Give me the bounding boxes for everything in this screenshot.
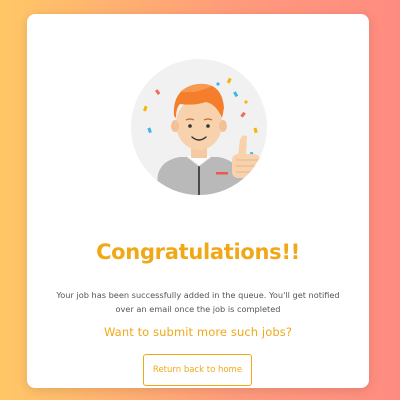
success-card: Congratulations!! Your job has been succ… xyxy=(27,14,369,388)
return-home-button[interactable]: Return back to home xyxy=(143,354,252,386)
submit-more-prompt: Want to submit more such jobs? xyxy=(103,325,293,339)
thumbs-up-person-illustration xyxy=(131,59,267,195)
success-message: Your job has been successfully added in … xyxy=(56,290,340,314)
page-title: Congratulations!! xyxy=(96,240,300,264)
